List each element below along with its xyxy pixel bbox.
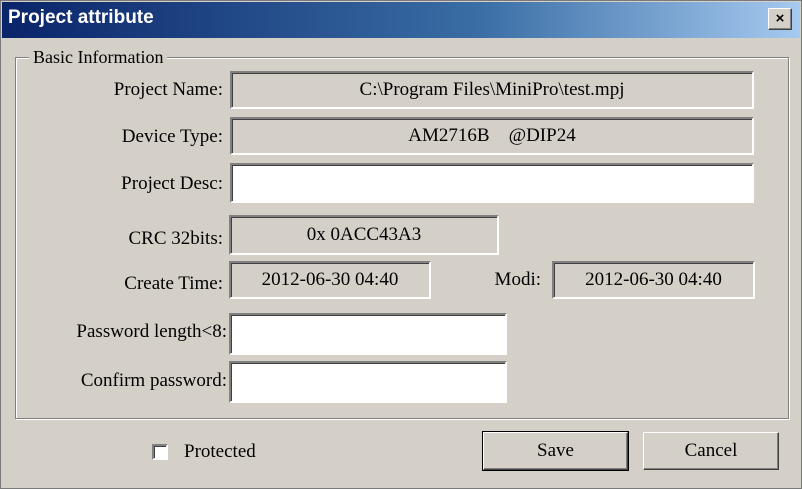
cancel-button[interactable]: Cancel — [643, 432, 779, 470]
modi-field: 2012-06-30 04:40 — [552, 261, 755, 299]
title-bar[interactable]: Project attribute × — [2, 2, 800, 38]
password-input[interactable] — [229, 313, 507, 355]
create-time-label: Create Time: — [124, 273, 223, 294]
project-desc-input[interactable] — [230, 163, 754, 203]
crc-label: CRC 32bits: — [128, 228, 224, 249]
dialog-title: Project attribute — [8, 7, 154, 28]
password-label: Password length<8: — [76, 321, 227, 342]
device-type-label: Device Type: — [121, 126, 223, 147]
create-time-field: 2012-06-30 04:40 — [229, 261, 431, 299]
project-desc-label: Project Desc: — [121, 173, 223, 194]
modi-label: Modi: — [494, 269, 541, 290]
project-name-label: Project Name: — [113, 79, 223, 100]
project-attribute-dialog: Project attribute × Basic Information Pr… — [0, 0, 802, 489]
crc-field: 0x 0ACC43A3 — [229, 215, 499, 255]
close-icon[interactable]: × — [768, 8, 792, 30]
confirm-password-label: Confirm password: — [80, 370, 227, 391]
checkbox-icon[interactable] — [152, 444, 168, 460]
device-type-field: AM2716B @DIP24 — [230, 117, 754, 155]
save-button[interactable]: Save — [482, 431, 629, 471]
confirm-password-input[interactable] — [229, 361, 507, 403]
project-name-field: C:\Program Files\MiniPro\test.mpj — [230, 71, 754, 109]
protected-label[interactable]: Protected — [184, 441, 256, 463]
group-legend: Basic Information — [29, 47, 168, 68]
